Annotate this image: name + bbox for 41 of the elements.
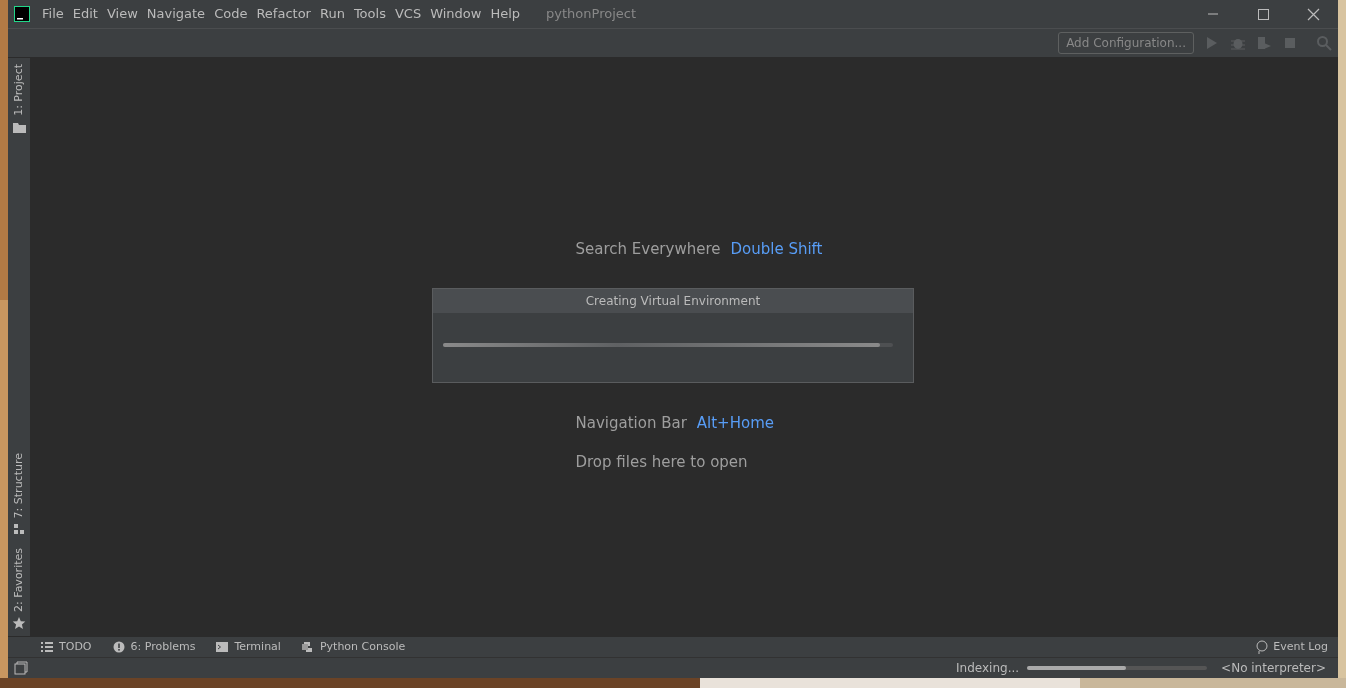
- tool-window-tab[interactable]: Python Console: [319, 638, 406, 656]
- tool-window-tab[interactable]: 6: Problems: [130, 638, 196, 656]
- dialog-title: Creating Virtual Environment: [433, 289, 913, 313]
- star-icon: [12, 616, 26, 630]
- configuration-button[interactable]: Add Configuration...: [1058, 32, 1194, 54]
- hint-text: Drop files here to open: [575, 453, 748, 471]
- tool-window-tab[interactable]: Terminal: [234, 638, 281, 656]
- menu-item[interactable]: Run: [319, 4, 345, 24]
- app-logo-icon: [14, 6, 30, 22]
- interpreter-selector[interactable]: <No interpreter>: [1221, 659, 1326, 677]
- stop-icon[interactable]: [1282, 35, 1298, 51]
- structure-icon: [12, 522, 26, 537]
- menu-item[interactable]: View: [106, 4, 138, 24]
- shortcut-text: Alt+Home: [696, 413, 774, 432]
- balloon-icon: [1256, 640, 1269, 654]
- menu-item[interactable]: Edit: [72, 4, 98, 24]
- menu-item[interactable]: File: [42, 4, 64, 24]
- menu-item[interactable]: Refactor: [256, 4, 311, 24]
- shortcut-text: Double Shift: [730, 240, 823, 258]
- search-icon[interactable]: [1316, 35, 1332, 51]
- hint-text: Search Everywhere: [575, 240, 721, 258]
- menu-item[interactable]: Help: [490, 4, 521, 24]
- python-icon: [300, 640, 315, 654]
- menu-item[interactable]: VCS: [394, 4, 422, 24]
- menu-item[interactable]: Window: [430, 4, 482, 24]
- tool-window-tab[interactable]: 2: Favorites: [10, 548, 28, 612]
- status-text: Indexing...: [956, 660, 1020, 677]
- coverage-icon[interactable]: [1256, 35, 1272, 51]
- menu-item[interactable]: Navigate: [146, 4, 206, 24]
- tool-window-tab[interactable]: 1: Project: [10, 64, 28, 116]
- warning-icon: [111, 640, 126, 654]
- list-icon: [40, 640, 54, 654]
- menu-item[interactable]: Code: [214, 4, 248, 24]
- window-title: pythonProject: [546, 5, 636, 24]
- tool-window-tab[interactable]: 7: Structure: [10, 452, 28, 519]
- tool-window-tab[interactable]: TODO: [59, 638, 92, 656]
- tool-window-tab[interactable]: Event Log: [1273, 638, 1328, 656]
- hint-text: Navigation Bar: [575, 413, 687, 432]
- menu-item[interactable]: Tools: [353, 4, 386, 24]
- terminal-icon: [215, 640, 230, 654]
- panel-toggle-icon: [14, 661, 28, 675]
